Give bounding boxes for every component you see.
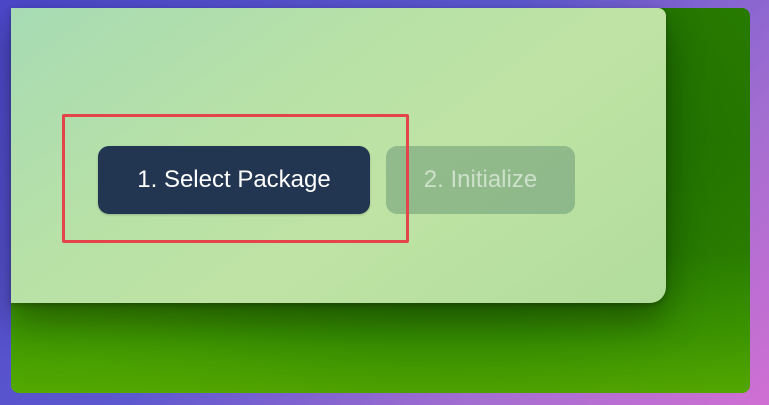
- highlight-frame: [62, 114, 409, 243]
- initialize-button[interactable]: 2. Initialize: [386, 146, 575, 214]
